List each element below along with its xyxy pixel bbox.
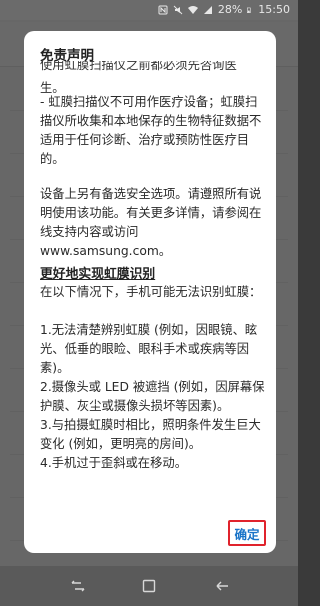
signal-icon xyxy=(203,5,212,14)
mute-icon xyxy=(173,5,183,14)
paragraph-security-options: 设备上另有备选安全选项。请遵照所有说明使用该功能。有关更多详情，请参阅在线支持内… xyxy=(40,185,264,261)
list-item: 3.与拍摄虹膜时相比，照明条件发生巨大变化 (例如，更明亮的房间)。 xyxy=(40,418,261,451)
back-icon[interactable] xyxy=(214,578,230,594)
partially-scrolled-line: 使用虹膜扫描仪之前都必须先咨询医 xyxy=(40,61,266,73)
home-icon[interactable] xyxy=(141,578,157,594)
navigation-bar xyxy=(0,566,298,606)
wifi-icon xyxy=(187,5,198,14)
partially-scrolled-line-text: 使用虹膜扫描仪之前都必须先咨询医 xyxy=(40,61,237,72)
section-heading: 更好地实现虹膜识别 xyxy=(40,267,156,282)
paragraph-medical-warning: - 虹膜扫描仪不可用作医疗设备；虹膜扫描仪所收集和本地保存的生物特征数据不适用于… xyxy=(40,95,262,166)
dialog-scroll-area[interactable]: 免责声明 使用虹膜扫描仪之前都必须先咨询医 生。 - 虹膜扫描仪不可用作医疗设备… xyxy=(24,31,276,531)
recents-icon[interactable] xyxy=(70,578,86,594)
disclaimer-dialog: 免责声明 使用虹膜扫描仪之前都必须先咨询医 生。 - 虹膜扫描仪不可用作医疗设备… xyxy=(24,31,276,553)
list-item: 4.手机过于歪斜或在移动。 xyxy=(40,456,187,470)
list-item: 2.摄像头或 LED 被遮挡 (例如，因屏幕保护膜、灰尘或摄像头损坏等因素)。 xyxy=(40,380,265,413)
list-intro: 在以下情况下，手机可能无法识别虹膜： xyxy=(40,285,262,299)
security-options-text: 设备上另有备选安全选项。请遵照所有说明使用该功能。有关更多详情，请参阅在线支持内… xyxy=(40,187,262,239)
battery-percent: 28% xyxy=(217,3,243,16)
battery-icon xyxy=(247,7,251,13)
status-icons: 28% 15:50 xyxy=(158,3,290,16)
clock: 15:50 xyxy=(258,3,290,16)
status-bar: 28% 15:50 xyxy=(0,0,298,20)
confirm-button[interactable]: 确定 xyxy=(228,520,266,546)
samsung-url: www.samsung.com。 xyxy=(40,244,172,258)
conditions-list: 1.无法清楚辨别虹膜 (例如，因眼镜、眩光、低垂的眼睑、眼科手术或疾病等因素)。… xyxy=(40,321,266,473)
list-item: 1.无法清楚辨别虹膜 (例如，因眼镜、眩光、低垂的眼睑、眼科手术或疾病等因素)。 xyxy=(40,323,258,375)
nfc-icon xyxy=(158,5,168,14)
